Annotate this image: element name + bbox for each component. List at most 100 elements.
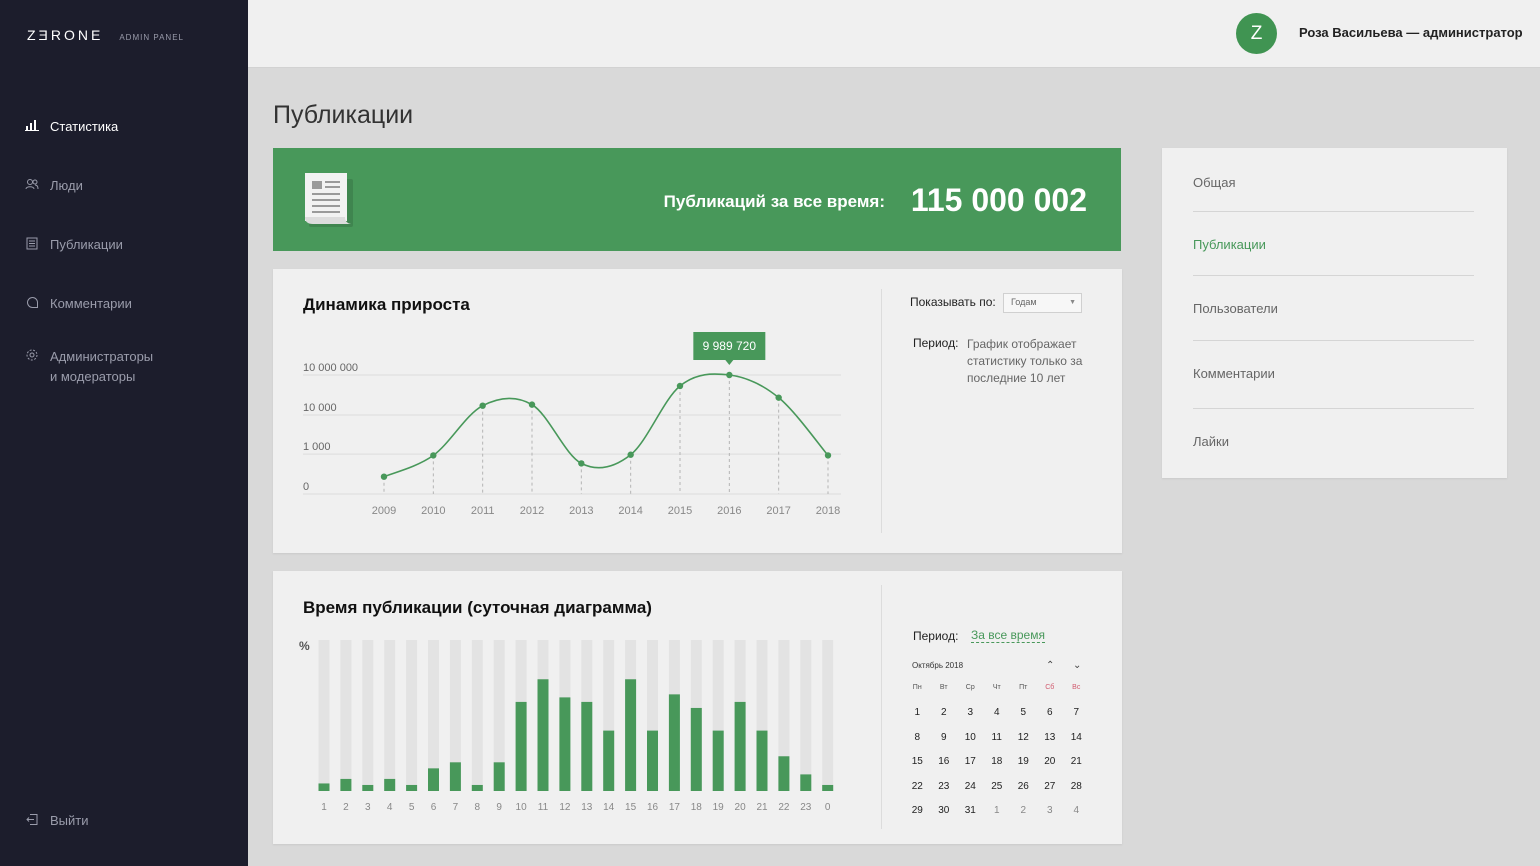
calendar-day[interactable]: 3 <box>1037 799 1064 824</box>
sidebar-item-statistics[interactable]: Статистика <box>24 117 118 137</box>
data-point <box>824 452 832 459</box>
calendar-day[interactable]: 18 <box>984 750 1011 775</box>
divider <box>881 585 882 829</box>
calendar-day[interactable]: 14 <box>1063 726 1090 751</box>
tab-publications[interactable]: Публикации <box>1193 237 1474 252</box>
banner-label: Публикаций за все время: <box>663 192 885 211</box>
x-tick-label: 6 <box>431 802 437 813</box>
calendar-day[interactable]: 6 <box>1037 701 1064 726</box>
bar <box>603 730 615 791</box>
x-tick-label: 2016 <box>717 505 741 517</box>
calendar-day[interactable]: 9 <box>931 726 958 751</box>
calendar-day[interactable]: 16 <box>931 750 958 775</box>
total-publications-banner: Публикаций за все время: 115 000 002 <box>273 148 1121 251</box>
show-by-select[interactable]: Годам ▼ <box>1003 293 1082 313</box>
gear-icon <box>24 347 40 363</box>
period-text: График отображает статистику только за п… <box>967 337 1083 385</box>
user-name[interactable]: Роза Васильева — администратор <box>1299 25 1523 40</box>
data-point <box>380 473 388 480</box>
sidebar-item-label: Комментарии <box>50 296 132 311</box>
bar <box>318 783 330 791</box>
tab-likes[interactable]: Лайки <box>1193 434 1474 449</box>
calendar-day[interactable]: 13 <box>1037 726 1064 751</box>
sidebar-item-publications[interactable]: Публикации <box>24 235 123 255</box>
calendar-day[interactable]: 24 <box>957 775 984 800</box>
daily-card: Время публикации (суточная диаграмма) % 1… <box>273 571 1122 844</box>
calendar-day[interactable]: 1 <box>984 799 1011 824</box>
calendar-day[interactable]: 15 <box>904 750 931 775</box>
calendar-day[interactable]: 4 <box>984 701 1011 726</box>
people-icon <box>24 176 40 192</box>
sidebar-item-people[interactable]: Люди <box>24 176 83 196</box>
bar <box>537 679 549 791</box>
calendar-day[interactable]: 4 <box>1063 799 1090 824</box>
y-tick-label: 0 <box>303 481 309 493</box>
data-point <box>430 452 437 459</box>
bar <box>734 701 746 791</box>
x-tick-label: 20 <box>735 802 747 813</box>
top-bar: Z Роза Васильева — администратор <box>248 0 1540 68</box>
calendar-day[interactable]: 30 <box>931 799 958 824</box>
x-tick-label: 14 <box>603 802 615 813</box>
calendar-day[interactable]: 23 <box>931 775 958 800</box>
calendar-day[interactable]: 2 <box>1010 799 1037 824</box>
calendar-day[interactable]: 20 <box>1037 750 1064 775</box>
x-tick-label: 21 <box>756 802 768 813</box>
x-tick-label: 16 <box>647 802 659 813</box>
tab-general[interactable]: Общая <box>1193 175 1474 190</box>
calendar-day[interactable]: 17 <box>957 750 984 775</box>
calendar-day[interactable]: 10 <box>957 726 984 751</box>
tooltip-label: 9 989 720 <box>703 339 757 353</box>
calendar-day[interactable]: 2 <box>931 701 958 726</box>
calendar-weekday: Вт <box>939 684 948 691</box>
x-tick-label: 2018 <box>816 505 840 517</box>
x-tick-label: 19 <box>713 802 725 813</box>
sidebar-item-comments[interactable]: Комментарии <box>24 294 132 314</box>
calendar-day[interactable]: 27 <box>1037 775 1064 800</box>
x-tick-label: 2012 <box>520 505 544 517</box>
sidebar-item-admins[interactable]: Администраторы и модераторы <box>24 347 153 387</box>
calendar-day[interactable]: 25 <box>984 775 1011 800</box>
bar <box>625 679 637 791</box>
calendar-day[interactable]: 3 <box>957 701 984 726</box>
calendar-day[interactable]: 26 <box>1010 775 1037 800</box>
logo[interactable]: ZƎRONE ADMIN PANEL <box>27 27 184 43</box>
calendar-day[interactable]: 8 <box>904 726 931 751</box>
tab-users[interactable]: Пользователи <box>1193 301 1474 316</box>
chevron-down-icon[interactable]: ⌄ <box>1073 660 1081 671</box>
x-tick-label: 2 <box>343 802 349 813</box>
tab-comments[interactable]: Комментарии <box>1193 366 1474 381</box>
bar <box>756 730 768 791</box>
divider <box>1193 408 1474 409</box>
calendar-day[interactable]: 19 <box>1010 750 1037 775</box>
bar-track <box>384 640 396 791</box>
divider <box>1193 340 1474 341</box>
logout-button[interactable]: Выйти <box>24 811 89 831</box>
chevron-up-icon[interactable]: ⌃ <box>1046 660 1054 671</box>
calendar-day[interactable]: 11 <box>984 726 1011 751</box>
divider <box>881 289 882 533</box>
calendar-day[interactable]: 28 <box>1063 775 1090 800</box>
calendar-day[interactable]: 7 <box>1063 701 1090 726</box>
tooltip-arrow <box>725 360 734 366</box>
calendar-day[interactable]: 31 <box>957 799 984 824</box>
calendar-day[interactable]: 21 <box>1063 750 1090 775</box>
data-point <box>479 402 486 409</box>
calendar-day[interactable]: 12 <box>1010 726 1037 751</box>
bar-track <box>318 640 330 791</box>
calendar-weekday: Ср <box>965 684 975 691</box>
x-tick-label: 13 <box>581 802 593 813</box>
logout-label: Выйти <box>50 813 89 828</box>
avatar[interactable]: Z <box>1236 13 1277 54</box>
x-tick-label: 5 <box>409 802 415 813</box>
calendar-day[interactable]: 22 <box>904 775 931 800</box>
calendar-weekday: Вс <box>1072 684 1081 691</box>
bar-chart-icon <box>24 117 40 133</box>
calendar-day[interactable]: 29 <box>904 799 931 824</box>
calendar-day[interactable]: 1 <box>904 701 931 726</box>
calendar-day[interactable]: 5 <box>1010 701 1037 726</box>
period-link[interactable]: За все время <box>971 628 1045 643</box>
sidebar-item-label: Люди <box>50 178 83 193</box>
logo-text: ZƎRONE <box>27 27 104 43</box>
comment-icon <box>24 294 40 310</box>
